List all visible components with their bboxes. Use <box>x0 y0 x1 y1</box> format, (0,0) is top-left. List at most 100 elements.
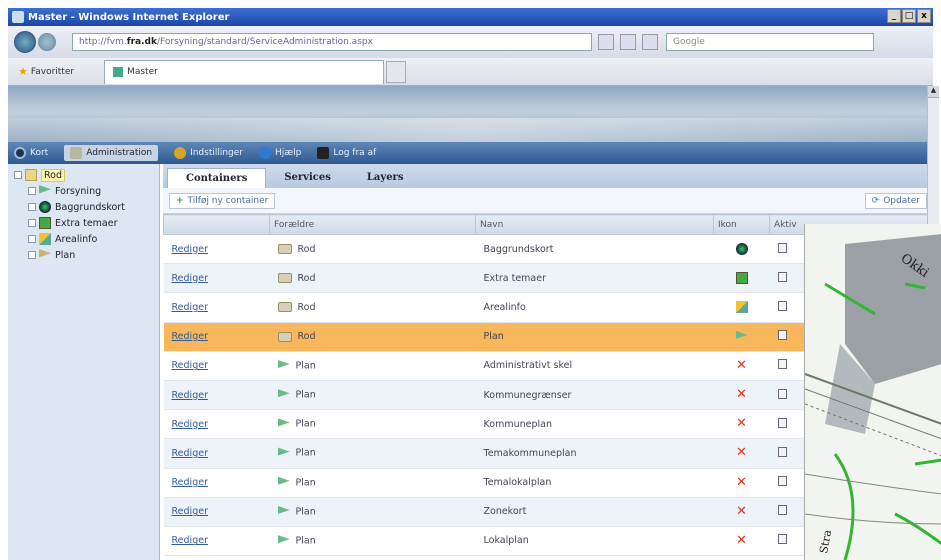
browser-tab[interactable]: Master <box>104 59 385 84</box>
expand-icon[interactable] <box>28 235 36 243</box>
edit-link[interactable]: Rediger <box>163 468 270 498</box>
dropdown-icon[interactable] <box>598 34 614 50</box>
button-label: Opdater <box>883 195 920 206</box>
back-button[interactable] <box>14 31 36 53</box>
minimize-button[interactable]: _ <box>887 9 901 23</box>
document-icon[interactable] <box>777 359 787 370</box>
main-menu: Kort Administration Indstillinger Hjælp … <box>8 142 933 164</box>
document-icon[interactable] <box>777 505 787 516</box>
tree-node[interactable]: Forsyning <box>28 183 159 199</box>
scroll-up-icon[interactable]: ▲ <box>928 86 939 98</box>
expand-icon[interactable] <box>14 171 22 179</box>
edit-link[interactable]: Rediger <box>163 263 270 294</box>
stop-icon[interactable] <box>642 34 658 50</box>
menu-label: Log fra af <box>333 148 377 158</box>
refresh-icon: ⟳ <box>871 195 880 206</box>
document-icon[interactable] <box>777 534 787 545</box>
search-placeholder: Google <box>673 37 705 47</box>
home-icon <box>14 147 26 159</box>
expand-icon[interactable] <box>28 251 36 259</box>
menu-item-administration[interactable]: Administration <box>64 145 159 161</box>
tab-layers[interactable]: Layers <box>349 168 422 188</box>
parent-label: Plan <box>295 360 316 372</box>
icon-cell <box>713 322 770 352</box>
plan-icon <box>277 534 290 544</box>
parent-label: Plan <box>295 506 316 518</box>
maximize-button[interactable]: □ <box>902 9 916 23</box>
name-cell: Extra temaer <box>475 263 714 294</box>
folder-icon <box>277 273 292 284</box>
edit-link[interactable]: Rediger <box>163 322 270 352</box>
edit-link[interactable]: Rediger <box>163 351 270 381</box>
add-container-button[interactable]: + Tilføj ny container <box>169 192 276 209</box>
favorites-button[interactable]: ★ Favoritter <box>18 65 74 78</box>
document-icon[interactable] <box>777 417 787 428</box>
parent-cell: Plan <box>269 351 476 381</box>
name-cell: Arealinfo <box>475 292 714 323</box>
tree-node[interactable]: Plan <box>28 247 159 263</box>
column-header[interactable]: Ikon <box>713 214 770 235</box>
document-icon[interactable] <box>777 388 787 399</box>
edit-link[interactable]: Rediger <box>163 497 270 527</box>
column-header[interactable]: Navn <box>475 214 714 235</box>
icon-cell: ✕ <box>713 351 770 381</box>
map-preview: Okki Stra <box>804 224 941 560</box>
tree-label: Baggrundskort <box>55 201 125 213</box>
delete-icon: ✕ <box>736 416 747 432</box>
address-row: http://fvm. fra.dk/Forsyning/standard/Ser… <box>8 26 933 58</box>
edit-link[interactable]: Rediger <box>163 438 270 469</box>
document-icon[interactable] <box>777 446 787 457</box>
tab-title: Master <box>127 67 158 77</box>
parent-cell: Plan <box>269 380 476 411</box>
parent-label: Rod <box>297 331 316 343</box>
parent-cell: Rod <box>269 292 476 323</box>
parent-label: Plan <box>295 535 316 547</box>
icon-cell <box>713 263 770 294</box>
address-bar[interactable]: http://fvm. fra.dk/Forsyning/standard/Ser… <box>72 33 592 51</box>
refresh-button[interactable]: ⟳ Opdater <box>864 192 927 209</box>
parent-cell: Rod <box>269 322 476 352</box>
delete-icon: ✕ <box>736 503 747 519</box>
close-button[interactable]: x <box>917 9 931 23</box>
delete-icon: ✕ <box>736 445 747 461</box>
menu-item-hjaelp[interactable]: Hjælp <box>259 147 301 159</box>
search-input[interactable]: Google <box>666 33 874 51</box>
document-icon[interactable] <box>777 330 787 341</box>
column-header[interactable]: Forældre <box>269 214 476 235</box>
layers-icon <box>39 217 51 229</box>
tab-services[interactable]: Services <box>266 168 349 188</box>
column-header[interactable] <box>163 214 270 235</box>
window-controls: _ □ x <box>887 9 931 23</box>
tree-node-root[interactable]: Rod <box>14 167 159 183</box>
admin-icon <box>70 147 83 159</box>
menu-item-logout[interactable]: Log fra af <box>317 147 376 159</box>
edit-link[interactable]: Rediger <box>163 234 270 265</box>
edit-link[interactable]: Rediger <box>163 380 270 411</box>
document-icon[interactable] <box>777 242 787 253</box>
document-icon[interactable] <box>777 300 787 311</box>
tree-label: Forsyning <box>55 185 102 197</box>
document-icon[interactable] <box>777 271 787 282</box>
edit-link[interactable]: Rediger <box>163 409 270 440</box>
edit-link[interactable]: Rediger <box>163 526 270 557</box>
expand-icon[interactable] <box>28 203 36 211</box>
forward-button[interactable] <box>38 33 56 51</box>
document-icon[interactable] <box>777 476 787 487</box>
expand-icon[interactable] <box>28 219 36 227</box>
help-icon <box>259 147 272 159</box>
tree-node[interactable]: Extra temaer <box>28 215 159 231</box>
new-tab-button[interactable] <box>386 60 407 83</box>
refresh-icon[interactable] <box>620 34 636 50</box>
tree-node[interactable]: Baggrundskort <box>28 199 159 215</box>
expand-icon[interactable] <box>28 187 36 195</box>
plan-icon <box>735 330 748 340</box>
area-icon <box>39 233 51 245</box>
tree-node[interactable]: Arealinfo <box>28 231 159 247</box>
area-icon <box>735 301 748 314</box>
menu-item-indstillinger[interactable]: Indstillinger <box>174 147 243 159</box>
icon-cell: ✕ <box>713 380 770 411</box>
page: Kort Administration Indstillinger Hjælp … <box>8 86 934 560</box>
edit-link[interactable]: Rediger <box>163 292 270 323</box>
menu-item-kort[interactable]: Kort <box>14 147 48 159</box>
tab-containers[interactable]: Containers <box>167 168 267 188</box>
